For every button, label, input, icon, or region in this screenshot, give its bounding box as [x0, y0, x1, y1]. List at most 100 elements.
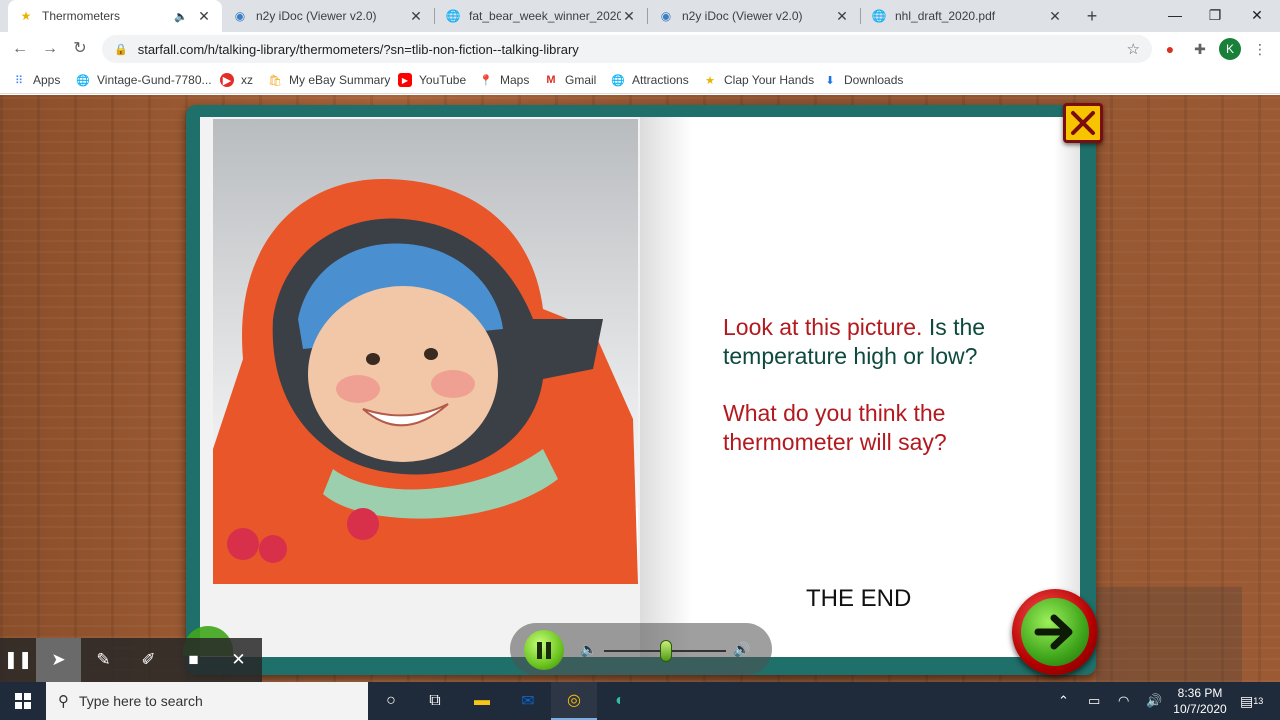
close-icon[interactable]: ✕	[196, 8, 212, 25]
apps-grid-icon: ⠿	[14, 74, 24, 87]
gmail-icon: M	[546, 74, 556, 86]
close-icon[interactable]: ✕	[834, 8, 850, 25]
volume-low-icon: 🔈	[580, 641, 598, 657]
file-explorer-icon[interactable]: ▬	[459, 682, 505, 720]
star-icon: ★	[705, 74, 715, 87]
tab-thermometers[interactable]: ★ Thermometers 🔈 ✕	[8, 0, 222, 32]
story-question-1: Look at this picture. Is the temperature…	[723, 313, 1043, 371]
bookmark-label: Attractions	[632, 73, 689, 87]
the-end-label: THE END	[806, 585, 912, 612]
bookmark-label: xz	[241, 73, 253, 87]
tab-strip: ★ Thermometers 🔈 ✕ ◉ n2y iDoc (Viewer v2…	[0, 0, 1280, 32]
shopping-bag-icon: 🛍	[268, 74, 282, 87]
cortana-icon[interactable]: ○	[368, 682, 414, 720]
bookmark-label: Maps	[500, 73, 530, 87]
windows-taskbar: ⚲ Type here to search ○ ⧉ ▬ ✉ ◎ ◐ ⌃ ▭ ◠ …	[0, 682, 1280, 720]
screen-overlay	[1096, 587, 1242, 682]
audio-pause-button[interactable]	[524, 630, 564, 670]
map-pin-icon: 📍	[479, 74, 493, 87]
tab-title: nhl_draft_2020.pdf	[895, 9, 996, 23]
bookmark-label: Clap Your Hands	[724, 73, 815, 87]
youtube-icon: ▶	[398, 73, 412, 87]
tab-n2y-idoc-1[interactable]: ◉ n2y iDoc (Viewer v2.0) ✕	[222, 0, 434, 32]
tab-n2y-idoc-2[interactable]: ◉ n2y iDoc (Viewer v2.0) ✕	[648, 0, 860, 32]
story-text: Look at this picture. Is the temperature…	[723, 313, 1043, 457]
task-view-icon[interactable]: ⧉	[412, 682, 458, 720]
bookmark-label: My eBay Summary	[289, 73, 391, 87]
close-icon[interactable]: ✕	[1047, 8, 1063, 25]
clock-time: 8:36 PM	[1177, 686, 1223, 700]
story-question-2: What do you think the thermometer will s…	[723, 400, 947, 455]
lock-icon[interactable]: 🔒	[114, 43, 128, 56]
battery-icon[interactable]: ▭	[1088, 682, 1100, 720]
speaker-icon[interactable]: 🔈	[174, 10, 188, 23]
arrow-right-icon	[1034, 614, 1073, 650]
close-x-icon	[1071, 111, 1095, 135]
bookmark-label: Gmail	[565, 73, 597, 87]
volume-icon[interactable]: 🔊	[1146, 682, 1162, 720]
play-icon: ▶	[220, 73, 234, 87]
window-close-button[interactable]: ✕	[1234, 0, 1280, 32]
puzzle-extensions-icon[interactable]: ✚	[1190, 39, 1210, 59]
bookmark-apps[interactable]: ⠿ Apps	[12, 71, 60, 89]
extension-icon[interactable]: ●	[1160, 39, 1180, 59]
tab-title: n2y iDoc (Viewer v2.0)	[256, 9, 377, 23]
volume-slider-handle[interactable]	[660, 640, 672, 662]
search-icon: ⚲	[58, 693, 69, 710]
bookmarks-bar: ⠿ Apps 🌐 Vintage-Gund-7780... ▶ xz 🛍 My …	[0, 66, 1280, 94]
show-hidden-icons[interactable]: ⌃	[1058, 682, 1069, 720]
bookmark-label: Vintage-Gund-7780...	[97, 73, 212, 87]
reload-icon[interactable]: ↻	[68, 37, 92, 61]
outlook-icon[interactable]: ✉	[505, 682, 551, 720]
tab-title: Thermometers	[42, 9, 121, 23]
bookmark-maps[interactable]: 📍 Maps	[479, 71, 529, 89]
bookmark-xz[interactable]: ▶ xz	[220, 71, 253, 89]
url-text: starfall.com/h/talking-library/thermomet…	[137, 41, 579, 57]
wifi-icon[interactable]: ◠	[1118, 682, 1129, 720]
bookmark-youtube[interactable]: ▶ YouTube	[398, 71, 466, 89]
n2y-icon: ◉	[234, 9, 246, 23]
address-bar[interactable]: 🔒 starfall.com/h/talking-library/thermom…	[102, 35, 1152, 63]
next-page-button[interactable]	[1012, 589, 1098, 675]
highlighter-icon[interactable]: ✐	[126, 638, 171, 682]
bookmark-downloads[interactable]: ⬇ Downloads	[823, 71, 903, 89]
bookmark-label: YouTube	[419, 73, 467, 87]
pen-icon[interactable]: ✎	[81, 638, 126, 682]
child-in-snow-photo	[213, 119, 638, 584]
annotation-toolbar: ❚❚ ➤ ✎ ✐ ■ ✕	[0, 638, 262, 682]
back-arrow-icon[interactable]: ←	[8, 37, 32, 61]
tab-title: n2y iDoc (Viewer v2.0)	[682, 9, 803, 23]
windows-logo-icon	[15, 693, 31, 709]
close-icon[interactable]: ✕	[408, 8, 424, 25]
close-icon[interactable]: ✕	[621, 8, 637, 25]
notification-center-icon[interactable]: ▤ 13	[1240, 682, 1263, 720]
volume-high-icon: 🔊	[733, 641, 751, 657]
system-clock[interactable]: 8:36 PM 10/7/2020	[1168, 685, 1232, 717]
tab-nhl-draft-pdf[interactable]: 🌐 nhl_draft_2020.pdf ✕	[861, 0, 1073, 32]
edge-icon[interactable]: ◐	[597, 682, 643, 720]
bookmark-star-icon[interactable]: ☆	[1127, 40, 1140, 58]
globe-icon: 🌐	[611, 74, 625, 87]
tab-fat-bear-pdf[interactable]: 🌐 fat_bear_week_winner_2020.pdf ✕	[435, 0, 647, 32]
bookmark-gmail[interactable]: M Gmail	[544, 71, 596, 89]
pointer-icon[interactable]: ➤	[36, 638, 81, 682]
chrome-icon[interactable]: ◎	[551, 682, 597, 720]
camera-icon[interactable]: ■	[171, 638, 216, 682]
menu-kebab-icon[interactable]: ⋮	[1250, 39, 1270, 59]
pause-icon[interactable]: ❚❚	[0, 638, 36, 682]
close-icon[interactable]: ✕	[216, 638, 261, 682]
bookmark-ebay[interactable]: 🛍 My eBay Summary	[268, 71, 390, 89]
globe-icon: 🌐	[445, 9, 461, 23]
clock-date: 10/7/2020	[1173, 702, 1227, 716]
bookmark-vintage-gund[interactable]: 🌐 Vintage-Gund-7780...	[76, 71, 212, 89]
forward-arrow-icon[interactable]: →	[38, 37, 62, 61]
profile-avatar[interactable]: K	[1219, 38, 1241, 60]
bookmark-attractions[interactable]: 🌐 Attractions	[611, 71, 689, 89]
bookmark-clap-your-hands[interactable]: ★ Clap Your Hands	[703, 71, 814, 89]
taskbar-search[interactable]: ⚲ Type here to search	[46, 682, 368, 720]
close-book-button[interactable]	[1063, 103, 1103, 143]
new-tab-button[interactable]: +	[1080, 4, 1104, 28]
restore-button[interactable]: ❐	[1192, 0, 1238, 32]
windows-start-button[interactable]	[0, 682, 46, 720]
browser-toolbar: ← → ↻ 🔒 starfall.com/h/talking-library/t…	[0, 32, 1280, 66]
